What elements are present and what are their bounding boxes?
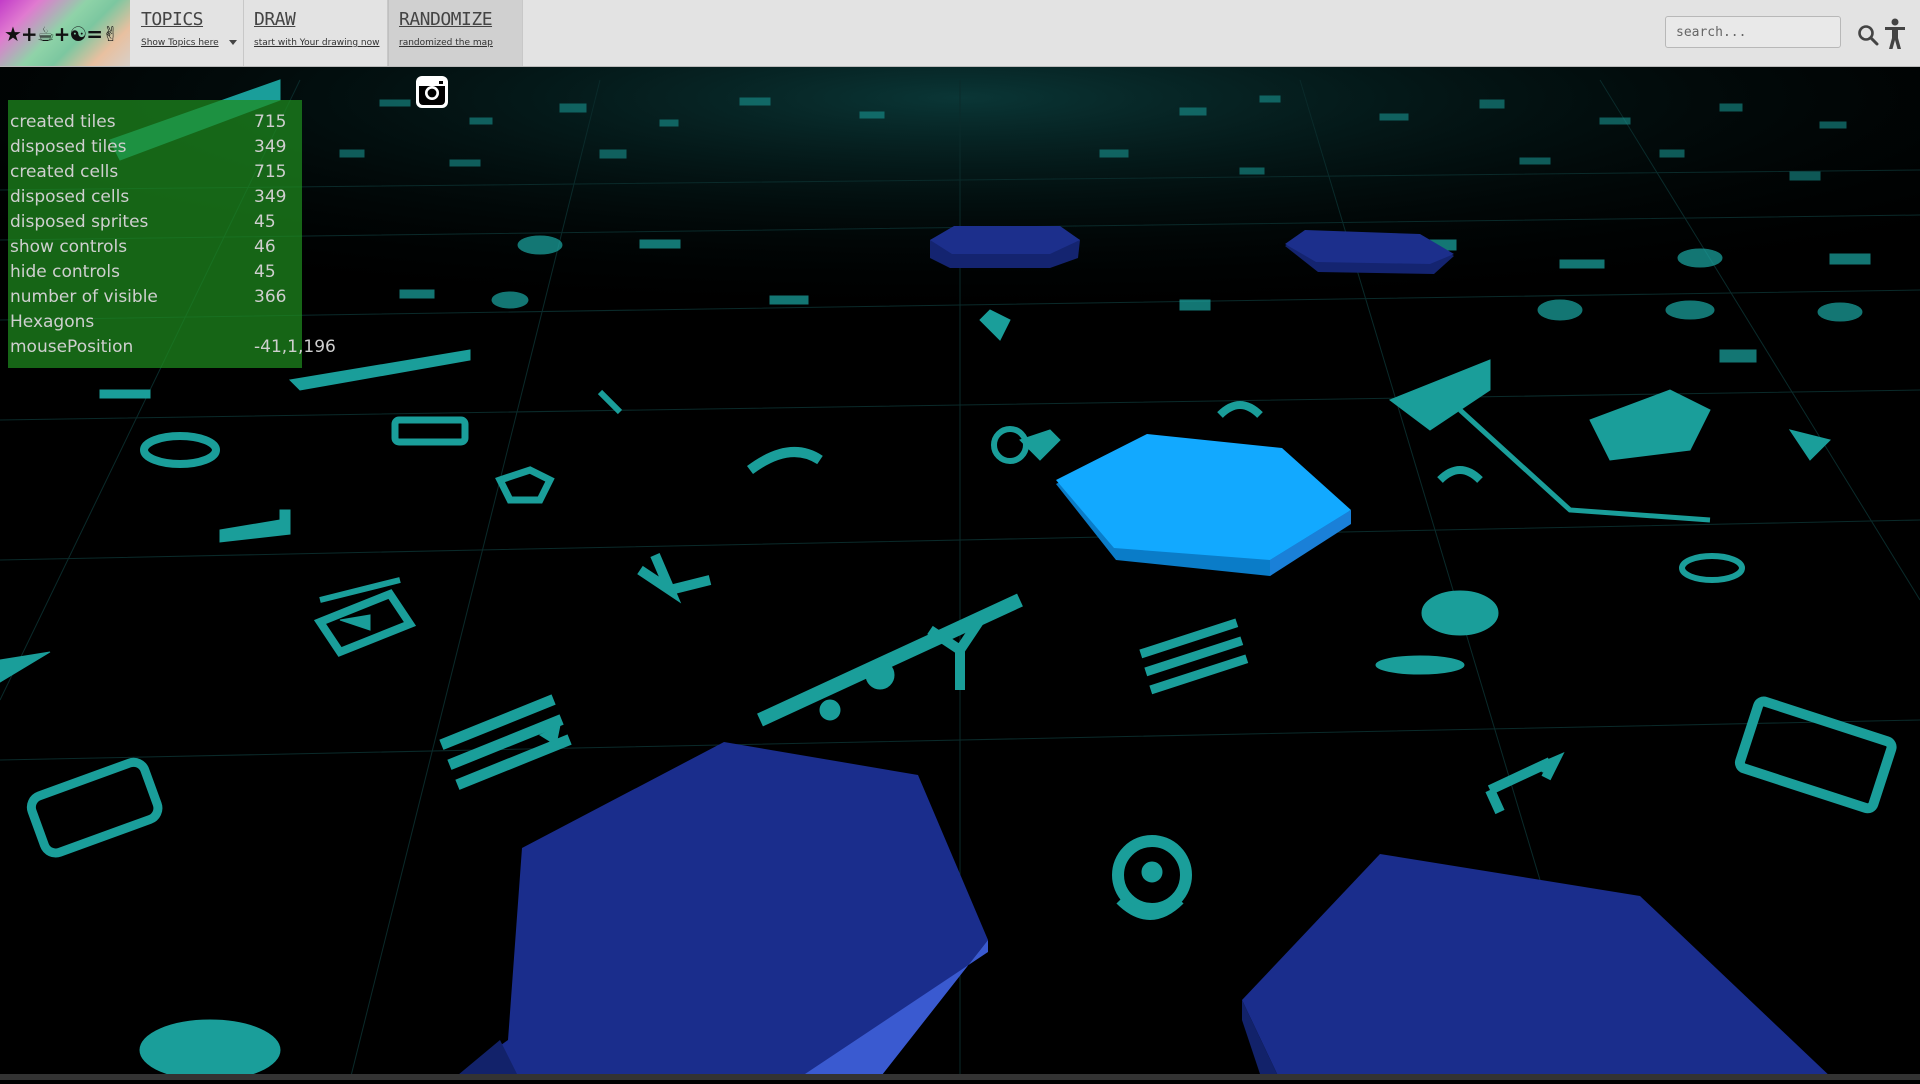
nav-randomize[interactable]: RANDOMIZE randomized the map: [388, 0, 523, 66]
stat-value: 715: [254, 112, 287, 132]
search-icon[interactable]: [1857, 24, 1879, 46]
stat-label: number of visible: [10, 287, 158, 307]
stat-value: 715: [254, 162, 287, 182]
instagram-icon[interactable]: [415, 75, 449, 109]
search-input[interactable]: [1665, 16, 1841, 48]
stat-value: 45: [254, 212, 276, 232]
nav-randomize-subtitle[interactable]: randomized the map: [399, 38, 493, 48]
nav-draw-subtitle[interactable]: start with Your drawing now: [254, 38, 380, 48]
stat-label: disposed cells: [10, 187, 130, 207]
stat-label: hide controls: [10, 262, 120, 282]
stat-label: disposed tiles: [10, 137, 127, 157]
stat-value: 46: [254, 237, 276, 257]
logo-glyphs: ★+☕+☯=✌: [4, 22, 119, 46]
nav-randomize-title[interactable]: RANDOMIZE: [399, 9, 493, 30]
nav-topics[interactable]: TOPICS Show Topics here: [131, 0, 244, 66]
stat-label: show controls: [10, 237, 128, 257]
nav-topics-subtitle[interactable]: Show Topics here: [141, 38, 219, 48]
stat-value: 366: [254, 287, 287, 307]
chevron-down-icon[interactable]: [229, 40, 237, 45]
stats-panel: created tiles 715 disposed tiles 349 cre…: [8, 100, 336, 368]
top-navigation-bar: ★+☕+☯=✌ TOPICS Show Topics here DRAW sta…: [0, 0, 1920, 67]
accessibility-icon[interactable]: [1883, 18, 1907, 50]
stat-value: -41,1,196: [254, 337, 336, 357]
stat-value: 45: [254, 262, 276, 282]
stat-label: Hexagons: [10, 312, 95, 332]
stat-label: created cells: [10, 162, 119, 182]
bottom-border: [0, 1074, 1920, 1080]
nav-draw-title[interactable]: DRAW: [254, 9, 296, 30]
stat-label: mousePosition: [10, 337, 134, 357]
stat-label: created tiles: [10, 112, 116, 132]
nav-draw[interactable]: DRAW start with Your drawing now: [244, 0, 388, 66]
stat-label: disposed sprites: [10, 212, 149, 232]
nav-topics-title[interactable]: TOPICS: [141, 9, 204, 30]
stat-value: 349: [254, 137, 287, 157]
stat-value: 349: [254, 187, 287, 207]
site-logo[interactable]: ★+☕+☯=✌: [0, 0, 130, 66]
hex-platform-far-left[interactable]: [930, 226, 1080, 268]
